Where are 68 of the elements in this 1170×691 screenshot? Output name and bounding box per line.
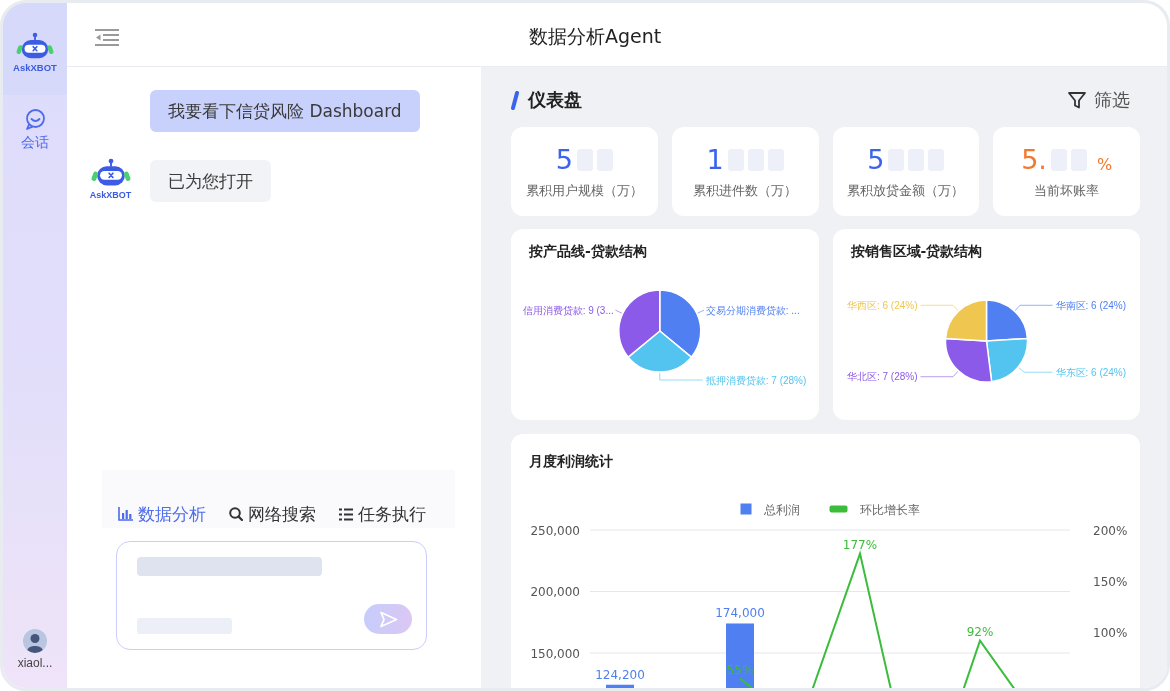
bar-chart-icon: [118, 507, 133, 521]
data-label: 55%: [726, 662, 754, 677]
legend-swatch-icon[interactable]: [740, 503, 752, 515]
bot-name: AskXBOT: [89, 190, 132, 200]
search-icon: [229, 507, 243, 521]
kpi-value: 5: [867, 144, 885, 175]
leader-line: [1017, 366, 1053, 373]
chart-title: 按销售区域-贷款结构: [849, 242, 984, 261]
message-input-field[interactable]: [116, 541, 427, 650]
axis-label: 250,000: [530, 523, 580, 538]
leader-line: [696, 309, 705, 315]
leader-line: [1013, 304, 1053, 312]
chart-title: 按产品线-贷款结构: [528, 242, 648, 261]
data-label: 174,000: [715, 606, 765, 621]
axis-label: 150%: [1093, 574, 1128, 589]
slice-label: 交易分期消费贷款: ...: [705, 304, 800, 316]
axis-label: 100%: [1093, 626, 1128, 640]
slice-label: 华北区: 7 (28%): [846, 371, 917, 383]
axis-label: 150,000: [530, 646, 580, 661]
tool-tab[interactable]: 任务执行: [339, 503, 426, 525]
filter-button[interactable]: 筛选: [1067, 88, 1130, 112]
bot-message: 已为您打开: [150, 160, 271, 202]
leader-line: [919, 370, 959, 378]
slice-label: 抵押消费贷款: 7 (28%): [705, 374, 807, 386]
kpi-label: 累积放贷金额（万）: [847, 182, 965, 199]
axis-label: 200%: [1093, 523, 1128, 538]
title-marker-icon: [511, 90, 519, 110]
data-label: 177%: [842, 537, 878, 552]
slice-label: 华南区: 6 (24%): [1055, 299, 1126, 311]
data-label: 124,200: [595, 667, 645, 682]
send-button[interactable]: [364, 604, 412, 634]
leader-line: [659, 371, 704, 381]
logo-text: AskXBOT: [13, 63, 57, 73]
leader-line: [614, 309, 624, 315]
data-label: 92%: [966, 624, 994, 639]
list-icon: [339, 507, 353, 521]
legend-label[interactable]: 总利润: [763, 502, 800, 517]
bar: [606, 684, 634, 688]
kpi-label: 累积用户规模（万）: [525, 182, 643, 199]
kpi-value: 5.: [1021, 144, 1047, 175]
slice-label: 信用消费贷款: 9 (3...: [522, 304, 614, 316]
menu-icon[interactable]: [95, 28, 119, 46]
slice-label: 华西区: 6 (24%): [846, 299, 917, 311]
legend-swatch-icon[interactable]: [829, 505, 848, 513]
bar: [726, 623, 754, 688]
legend-label[interactable]: 环比增长率: [859, 502, 920, 517]
robot-icon: [89, 158, 132, 187]
kpi-label: 当前坏账率: [1034, 182, 1100, 199]
user-message: 我要看下信贷风险 Dashboard: [150, 90, 420, 132]
leader-line: [919, 304, 959, 312]
kpi-value: 1: [706, 144, 724, 175]
kpi-unit: %: [1096, 154, 1113, 175]
filter-icon: [1067, 90, 1087, 110]
user-name: xiaol...: [17, 656, 53, 670]
avatar-icon[interactable]: [23, 629, 47, 653]
robot-icon: [15, 32, 55, 60]
slice-label: 华东区: 6 (24%): [1055, 366, 1126, 378]
nav-item[interactable]: 会话: [21, 108, 49, 151]
send-icon: [378, 610, 398, 628]
dashboard-title: 仪表盘: [528, 88, 582, 112]
tool-tab[interactable]: 网络搜索: [229, 503, 316, 525]
tool-tab[interactable]: 数据分析: [118, 503, 206, 525]
axis-label: 200,000: [530, 585, 580, 599]
kpi-value: 5: [555, 144, 573, 175]
page-title: 数据分析Agent: [529, 24, 662, 49]
kpi-label: 累积进件数（万）: [693, 182, 798, 199]
chat-bubble-icon: [24, 108, 46, 130]
chart-title: 月度利润统计: [528, 452, 614, 471]
